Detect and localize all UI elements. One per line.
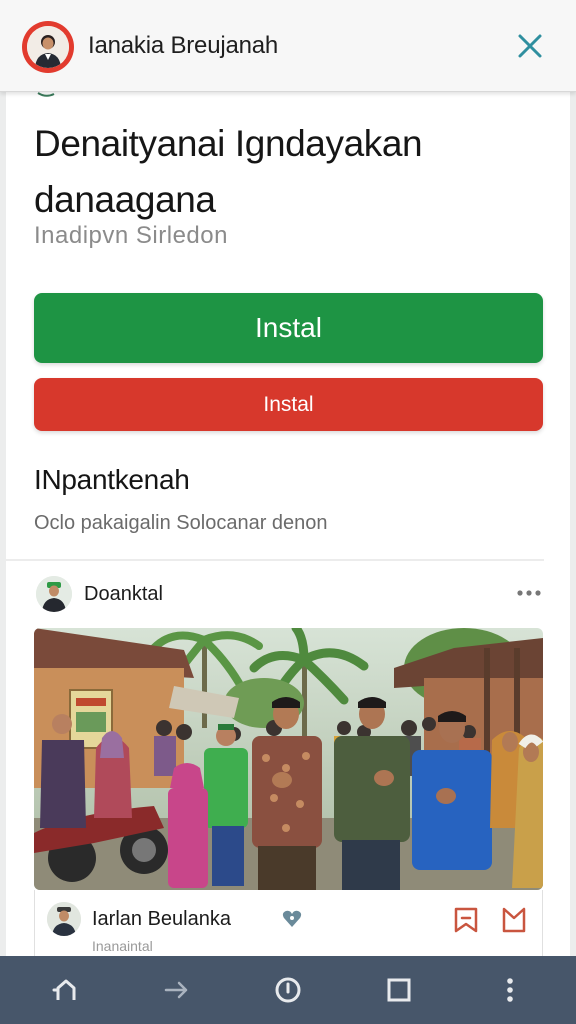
section-subtitle: Oclo pakaigalin Solocanar denon [34, 512, 328, 534]
page-subtitle: Inadipvn Sirledon [34, 222, 228, 249]
back-icon [52, 979, 76, 1000]
menu-dots-icon [507, 978, 514, 1002]
post-photo[interactable] [34, 628, 543, 890]
tabs-button[interactable] [379, 970, 419, 1010]
bookmark-outline-icon[interactable] [501, 906, 527, 934]
page-headline: Denaityanai Igndayakan danaagana [34, 123, 423, 220]
install-primary-button[interactable]: Instal [34, 293, 543, 363]
header-avatar[interactable] [22, 21, 74, 73]
section-title: INpantkenah [34, 464, 190, 495]
home-circle-icon [275, 977, 301, 1003]
person-avatar-icon [36, 576, 72, 612]
forward-button[interactable] [157, 970, 197, 1010]
forward-icon [164, 981, 188, 999]
install-secondary-button[interactable]: Instal [34, 378, 543, 431]
bottom-navigation-bar [0, 956, 576, 1024]
heart-icon[interactable] [281, 908, 303, 930]
home-button[interactable] [268, 970, 308, 1010]
main-sheet: Denaityanai Igndayakan danaagana Inadipv… [6, 92, 570, 960]
more-horizontal-icon[interactable] [516, 586, 542, 600]
section-divider [6, 559, 544, 561]
post-author-avatar[interactable] [36, 576, 72, 612]
post-card[interactable]: Iarlan Beulanka Inanaintal [34, 890, 543, 960]
menu-button[interactable] [490, 970, 530, 1010]
person-avatar-icon [27, 26, 69, 68]
sheet-handle [37, 92, 55, 97]
card-subtitle: Inanaintal [92, 938, 153, 954]
person-avatar-icon [47, 902, 81, 936]
app-header: Ianakia Breujanah [0, 0, 576, 92]
back-button[interactable] [46, 970, 86, 1010]
header-title: Ianakia Breujanah [88, 32, 279, 59]
community-photo [34, 628, 543, 890]
card-author-avatar[interactable] [47, 902, 81, 936]
card-title[interactable]: Iarlan Beulanka [92, 908, 231, 931]
tabs-square-icon [387, 978, 411, 1002]
post-author-name[interactable]: Doanktal [84, 583, 163, 606]
bookmark-icon[interactable] [453, 906, 479, 934]
close-icon[interactable] [516, 32, 544, 60]
